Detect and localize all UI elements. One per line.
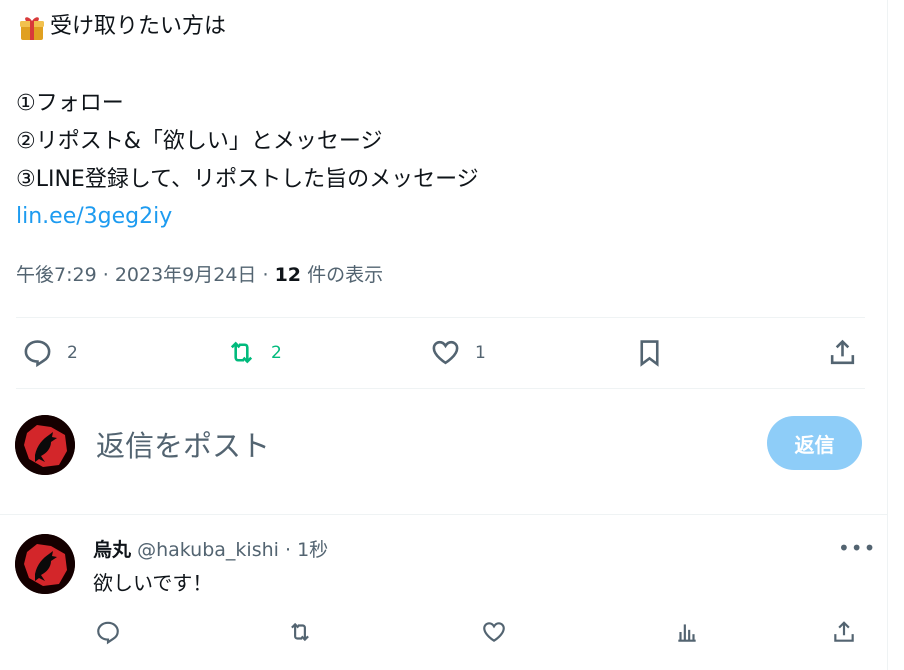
tweet-meta: 午後7:29 · 2023年9月24日 · 12 件の表示 — [16, 261, 383, 289]
tweet-link[interactable]: lin.ee/3geg2iy — [16, 204, 172, 229]
tweet-text-line: 受け取りたい方は — [50, 14, 227, 39]
crow-avatar-image — [15, 415, 75, 475]
reply-count: 2 — [67, 342, 78, 363]
retweet-icon — [230, 341, 253, 364]
analytics-action[interactable] — [674, 619, 700, 649]
meta-separator: · — [284, 539, 298, 561]
divider — [16, 317, 865, 318]
like-action[interactable] — [481, 619, 507, 649]
reply-text: 欲しいです！ — [93, 571, 213, 595]
tweet-text-line: ③LINE登録して、リポストした旨のメッセージ — [16, 167, 479, 192]
reply-author-handle[interactable]: @hakuba_kishi — [137, 539, 279, 561]
reply-input[interactable]: 返信をポスト — [96, 423, 270, 465]
gift-icon — [20, 17, 44, 40]
column-border — [887, 0, 888, 670]
avatar[interactable] — [15, 415, 75, 475]
crow-avatar-image — [15, 534, 75, 594]
retweet-action[interactable]: 2 — [226, 337, 282, 368]
retweet-count: 2 — [271, 342, 282, 363]
share-action[interactable] — [827, 337, 858, 368]
divider — [16, 388, 865, 389]
reply-author-name[interactable]: 烏丸 — [93, 539, 131, 561]
meta-separator: · — [262, 264, 275, 286]
tweet-link-line: lin.ee/3geg2iy — [16, 202, 172, 232]
divider — [0, 514, 887, 515]
analytics-icon — [678, 624, 696, 642]
tweet-time[interactable]: 午後7:29 — [16, 264, 97, 286]
share-action[interactable] — [831, 619, 857, 649]
reply-action[interactable] — [95, 619, 121, 649]
tweet-text-line: ①フォロー — [16, 91, 124, 116]
retweet-icon — [291, 622, 309, 642]
heart-icon — [432, 340, 459, 365]
views-count: 12 — [274, 264, 302, 286]
meta-separator: · — [102, 264, 115, 286]
tweet-text-line: ②リポスト&「欲しい」とメッセージ — [16, 129, 383, 154]
tweet-date[interactable]: 2023年9月24日 — [115, 264, 257, 286]
reply-icon — [24, 340, 51, 368]
more-options-icon[interactable]: ••• — [838, 536, 876, 560]
share-icon — [830, 339, 855, 365]
reply-action[interactable]: 2 — [22, 337, 78, 368]
share-icon — [834, 621, 854, 642]
heart-icon — [483, 622, 505, 642]
reply-time[interactable]: 1秒 — [297, 539, 328, 561]
reply-header: 烏丸 @hakuba_kishi · 1秒 — [93, 536, 328, 564]
avatar[interactable] — [15, 534, 75, 594]
bookmark-action[interactable] — [634, 337, 665, 368]
views-label: 件の表示 — [307, 264, 384, 286]
like-count: 1 — [475, 342, 486, 363]
like-action[interactable]: 1 — [430, 337, 486, 368]
retweet-action[interactable] — [287, 619, 313, 649]
reply-icon — [97, 621, 119, 645]
bookmark-icon — [640, 340, 659, 367]
reply-submit-button[interactable]: 返信 — [767, 416, 862, 470]
